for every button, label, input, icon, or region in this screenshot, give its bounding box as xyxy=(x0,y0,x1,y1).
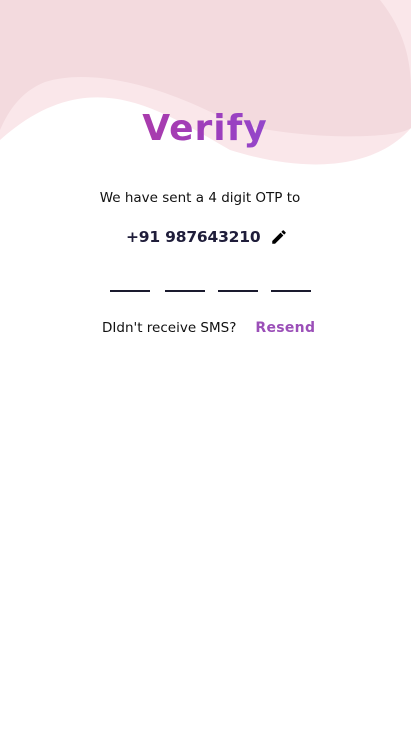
resend-button[interactable]: Resend xyxy=(255,320,315,336)
otp-digit-4[interactable] xyxy=(271,270,311,292)
phone-number: +91 987643210 xyxy=(126,228,261,246)
phone-number-row: +91 987643210 xyxy=(126,224,289,250)
otp-sent-message: We have sent a 4 digit OTP to xyxy=(99,190,301,206)
otp-digit-3[interactable] xyxy=(218,270,258,292)
otp-digit-1[interactable] xyxy=(110,270,150,292)
resend-prompt: DIdn't receive SMS? xyxy=(102,320,237,336)
resend-row: DIdn't receive SMS? Resend xyxy=(102,318,315,338)
otp-digit-2[interactable] xyxy=(165,270,205,292)
verify-screen: Verify We have sent a 4 digit OTP to +91… xyxy=(0,0,411,731)
page-title: Verify xyxy=(10,104,400,154)
otp-input-group xyxy=(110,270,311,292)
pencil-icon xyxy=(272,230,287,244)
edit-phone-button[interactable] xyxy=(269,227,289,247)
